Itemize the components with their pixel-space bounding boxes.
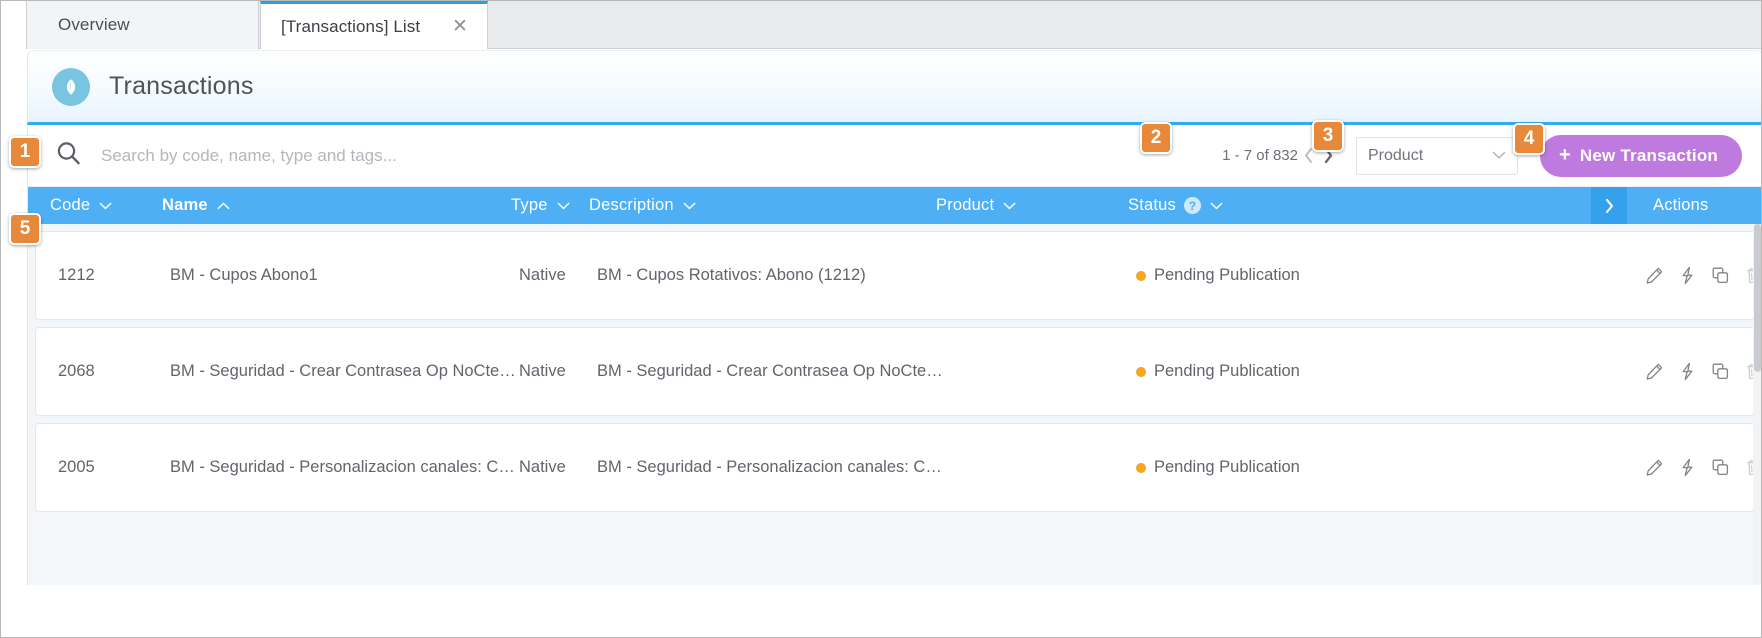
callout-1: 1 — [9, 136, 41, 168]
edit-icon[interactable] — [1645, 265, 1664, 287]
cell-description: BM - Seguridad - Crear Contrasea Op NoCt… — [597, 362, 944, 380]
cell-name: BM - Cupos Abono1 — [170, 266, 318, 284]
duplicate-icon[interactable] — [1711, 265, 1730, 287]
column-header-description-label: Description — [589, 196, 674, 214]
help-question-icon[interactable]: ? — [1183, 197, 1201, 214]
column-header-actions: Actions — [1627, 187, 1761, 224]
column-header-status-label: Status — [1128, 196, 1176, 214]
status-label: Pending Publication — [1154, 362, 1300, 380]
duplicate-icon[interactable] — [1711, 361, 1730, 383]
callout-5: 5 — [9, 213, 41, 245]
cell-name: BM - Seguridad - Crear Contrasea Op NoCt… — [170, 362, 519, 380]
search-area — [28, 139, 1222, 173]
edit-icon[interactable] — [1645, 361, 1664, 383]
column-header-type[interactable]: Type — [511, 187, 589, 224]
status-dot-icon — [1136, 366, 1146, 377]
cell-name: BM - Seguridad - Personalizacion canales… — [170, 458, 519, 476]
page-header: Transactions — [27, 50, 1761, 125]
status-dot-icon — [1136, 270, 1146, 281]
column-header-status[interactable]: Status ? — [1128, 187, 1374, 224]
callout-4: 4 — [1513, 123, 1545, 155]
cell-description: BM - Seguridad - Personalizacion canales… — [597, 458, 944, 476]
status-dot-icon — [1136, 462, 1146, 473]
status-badge: Pending Publication — [1136, 362, 1382, 381]
app-panel: Transactions 1 - 7 of 832 — [27, 50, 1761, 637]
chevron-down-icon — [1210, 196, 1223, 215]
status-label: Pending Publication — [1154, 266, 1300, 284]
column-header-name-label: Name — [162, 196, 208, 214]
search-icon[interactable] — [54, 139, 83, 173]
table-row[interactable]: 2005 BM - Seguridad - Personalizacion ca… — [35, 423, 1760, 512]
pagination-label: 1 - 7 of 832 — [1222, 147, 1298, 164]
column-header-name[interactable]: Name — [162, 187, 511, 224]
search-input[interactable] — [99, 144, 739, 167]
duplicate-icon[interactable] — [1711, 457, 1730, 479]
list-toolbar: 1 - 7 of 832 Product — [27, 125, 1761, 187]
row-actions — [1619, 361, 1760, 383]
callout-2: 2 — [1140, 122, 1172, 154]
cell-type: Native — [519, 458, 566, 476]
column-header-description[interactable]: Description — [589, 187, 936, 224]
status-badge: Pending Publication — [1136, 458, 1382, 477]
column-header-type-label: Type — [511, 196, 548, 214]
status-badge: Pending Publication — [1136, 266, 1382, 285]
execute-bolt-icon[interactable] — [1678, 265, 1697, 287]
screenshot-root: Overview [Transactions] List ✕ Transacti… — [0, 0, 1762, 638]
chevron-down-icon — [1003, 196, 1016, 215]
chevron-down-icon — [99, 196, 112, 215]
row-actions — [1619, 457, 1760, 479]
new-transaction-button-label: New Transaction — [1579, 145, 1718, 165]
execute-bolt-icon[interactable] — [1678, 361, 1697, 383]
chevron-down-icon — [1492, 147, 1506, 165]
product-select-value: Product — [1368, 146, 1424, 164]
tab-overview[interactable]: Overview — [27, 1, 259, 49]
cell-description: BM - Cupos Rotativos: Abono (1212) — [597, 266, 866, 284]
tab-transactions-list-label: [Transactions] List — [281, 16, 421, 36]
plus-icon: + — [1559, 144, 1571, 166]
chevron-up-icon — [217, 196, 230, 215]
column-header-actions-label: Actions — [1653, 196, 1709, 214]
chevron-down-icon — [557, 196, 570, 215]
cell-type: Native — [519, 266, 566, 284]
tab-transactions-list[interactable]: [Transactions] List ✕ — [260, 1, 488, 49]
transactions-table: Code Name Type Description Product Statu… — [27, 187, 1761, 585]
table-vertical-scrollbar[interactable] — [1753, 224, 1761, 585]
row-actions — [1619, 265, 1760, 287]
table-row[interactable]: 2068 BM - Seguridad - Crear Contrasea Op… — [35, 327, 1760, 416]
cell-code: 2068 — [58, 362, 95, 380]
app-leaf-logo-icon — [52, 67, 90, 106]
new-transaction-button[interactable]: + New Transaction — [1540, 134, 1742, 177]
tab-overview-label: Overview — [58, 15, 130, 34]
column-header-code[interactable]: Code — [28, 187, 162, 224]
scrollbar-thumb[interactable] — [1754, 224, 1761, 372]
table-header: Code Name Type Description Product Statu… — [28, 187, 1761, 224]
edit-icon[interactable] — [1645, 457, 1664, 479]
chevron-right-icon[interactable] — [1591, 187, 1627, 224]
close-icon[interactable]: ✕ — [447, 14, 473, 40]
execute-bolt-icon[interactable] — [1678, 457, 1697, 479]
chevron-down-icon — [683, 196, 696, 215]
browser-tab-strip: Overview [Transactions] List ✕ — [1, 1, 1761, 49]
cell-code: 2005 — [58, 458, 95, 476]
column-header-product[interactable]: Product — [936, 187, 1128, 224]
column-header-code-label: Code — [50, 196, 91, 214]
tab-strip-left-gutter — [1, 1, 27, 49]
cell-code: 1212 — [58, 266, 95, 284]
column-header-product-label: Product — [936, 196, 995, 214]
status-label: Pending Publication — [1154, 458, 1300, 476]
cell-type: Native — [519, 362, 566, 380]
table-row[interactable]: 1212 BM - Cupos Abono1 Native BM - Cupos… — [35, 231, 1760, 320]
product-select[interactable]: Product — [1356, 136, 1518, 175]
callout-3: 3 — [1312, 120, 1344, 152]
page-title: Transactions — [109, 72, 254, 100]
